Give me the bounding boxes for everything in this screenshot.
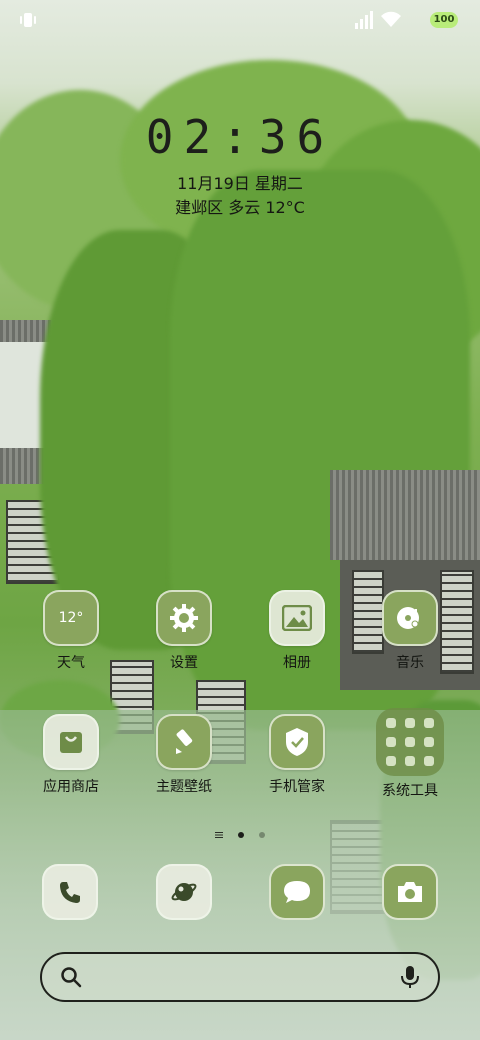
app-label: 手机管家 bbox=[269, 779, 325, 795]
dock-camera[interactable] bbox=[382, 864, 438, 920]
app-label: 设置 bbox=[170, 655, 198, 671]
battery-indicator: 100 bbox=[430, 12, 458, 28]
signal-icon bbox=[355, 11, 373, 29]
search-input[interactable] bbox=[94, 964, 386, 992]
shield-icon bbox=[269, 714, 325, 770]
dock-messages[interactable] bbox=[269, 864, 325, 920]
message-icon bbox=[284, 881, 310, 903]
browser-icon bbox=[171, 883, 197, 901]
clock-date[interactable]: 11月19日 星期二 bbox=[0, 170, 480, 194]
app-folder-system-tools[interactable]: 系统工具 bbox=[360, 708, 460, 800]
gallery-icon bbox=[269, 590, 325, 646]
app-label: 天气 bbox=[57, 655, 85, 671]
feed-page-icon[interactable] bbox=[214, 831, 223, 838]
dock-browser[interactable] bbox=[156, 864, 212, 920]
page-dot[interactable] bbox=[259, 831, 266, 838]
gear-icon bbox=[156, 590, 212, 646]
weather-temp: 12° bbox=[58, 610, 84, 626]
camera-icon bbox=[398, 882, 422, 902]
phone-icon bbox=[60, 882, 80, 903]
app-label: 应用商店 bbox=[43, 779, 99, 795]
clock-weather[interactable]: 建邺区 多云 12°C bbox=[0, 194, 480, 218]
wifi-icon bbox=[381, 11, 401, 27]
page-indicator[interactable] bbox=[0, 824, 480, 843]
music-icon bbox=[382, 590, 438, 646]
app-label: 相册 bbox=[283, 655, 311, 671]
app-themes[interactable]: 主题壁纸 bbox=[134, 714, 234, 796]
search-bar[interactable] bbox=[40, 952, 440, 1002]
vibrate-icon bbox=[20, 13, 36, 27]
app-gallery[interactable]: 相册 bbox=[247, 590, 347, 672]
brush-icon bbox=[156, 714, 212, 770]
app-settings[interactable]: 设置 bbox=[134, 590, 234, 672]
clock-time[interactable]: 02:36 bbox=[0, 110, 480, 164]
app-label: 音乐 bbox=[396, 655, 424, 671]
search-icon[interactable] bbox=[60, 966, 82, 988]
app-weather[interactable]: 12° 天气 bbox=[21, 590, 121, 672]
store-bag-icon bbox=[43, 714, 99, 770]
weather-icon: 12° bbox=[43, 590, 99, 646]
app-label: 系统工具 bbox=[382, 783, 438, 799]
app-store[interactable]: 应用商店 bbox=[21, 714, 121, 796]
folder-icon bbox=[376, 708, 444, 776]
status-bar: 100 bbox=[18, 8, 458, 32]
app-music[interactable]: 音乐 bbox=[360, 590, 460, 672]
dock-phone[interactable] bbox=[42, 864, 98, 920]
microphone-icon[interactable] bbox=[400, 965, 420, 989]
page-dot-active[interactable] bbox=[238, 831, 244, 838]
app-security[interactable]: 手机管家 bbox=[247, 714, 347, 796]
app-label: 主题壁纸 bbox=[156, 779, 212, 795]
